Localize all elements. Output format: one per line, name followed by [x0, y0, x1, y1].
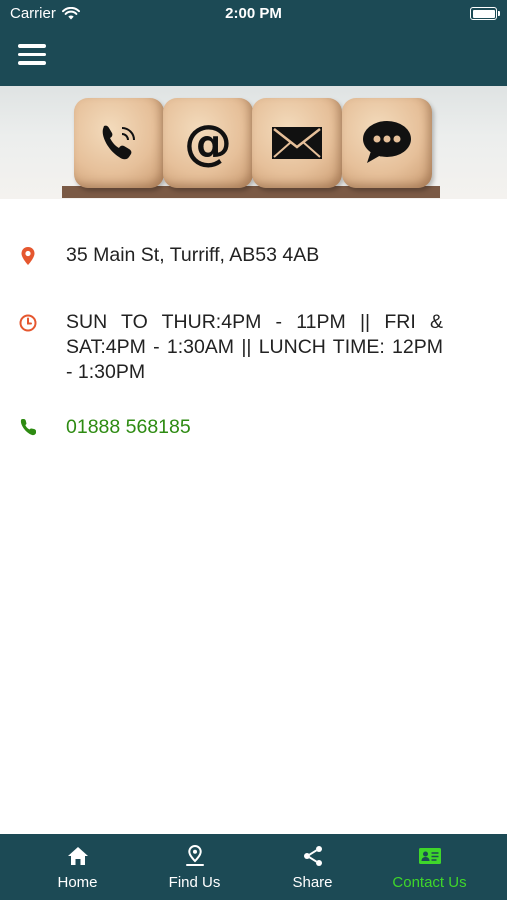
- contact-card-icon: [418, 848, 441, 864]
- bottom-tab-bar: Home Find Us Share Contact Us: [0, 834, 507, 900]
- clock-icon: [19, 314, 37, 332]
- share-icon: [303, 846, 322, 866]
- tab-home-label: Home: [57, 874, 98, 891]
- address-text: 35 Main St, Turriff, AB53 4AB: [66, 244, 320, 266]
- phone-cube: [74, 98, 164, 188]
- map-pin-icon: [21, 247, 35, 265]
- tab-find-us-label: Find Us: [168, 874, 221, 891]
- phone-icon: [102, 125, 135, 160]
- tab-find-us[interactable]: Find Us: [136, 834, 253, 900]
- tab-contact-us[interactable]: Contact Us: [371, 834, 488, 900]
- contact-banner-image: @: [0, 86, 507, 199]
- phone-number-link[interactable]: 01888 568185: [66, 415, 443, 440]
- chat-bubble-icon: [363, 121, 411, 163]
- tab-share-label: Share: [292, 874, 333, 891]
- status-bar: Carrier 2:00 PM: [0, 0, 507, 28]
- hours-text: SUN TO THUR:4PM - 11PM || FRI & SAT:4PM …: [66, 311, 443, 383]
- status-time: 2:00 PM: [225, 5, 282, 22]
- tab-contact-us-label: Contact Us: [392, 874, 467, 891]
- location-pin-icon: [185, 844, 204, 866]
- app-header: Carrier 2:00 PM: [0, 0, 507, 86]
- chat-bubble-cube: [342, 98, 432, 188]
- tab-home[interactable]: Home: [19, 834, 136, 900]
- hamburger-menu-icon[interactable]: [18, 44, 46, 66]
- phone-icon[interactable]: [18, 417, 38, 437]
- envelope-cube: [252, 98, 342, 188]
- envelope-icon: [272, 127, 322, 159]
- at-sign-cube: @: [163, 98, 253, 188]
- battery-icon: [470, 7, 500, 20]
- home-icon: [67, 847, 88, 865]
- at-sign-icon: @: [184, 115, 232, 171]
- tab-share[interactable]: Share: [254, 834, 371, 900]
